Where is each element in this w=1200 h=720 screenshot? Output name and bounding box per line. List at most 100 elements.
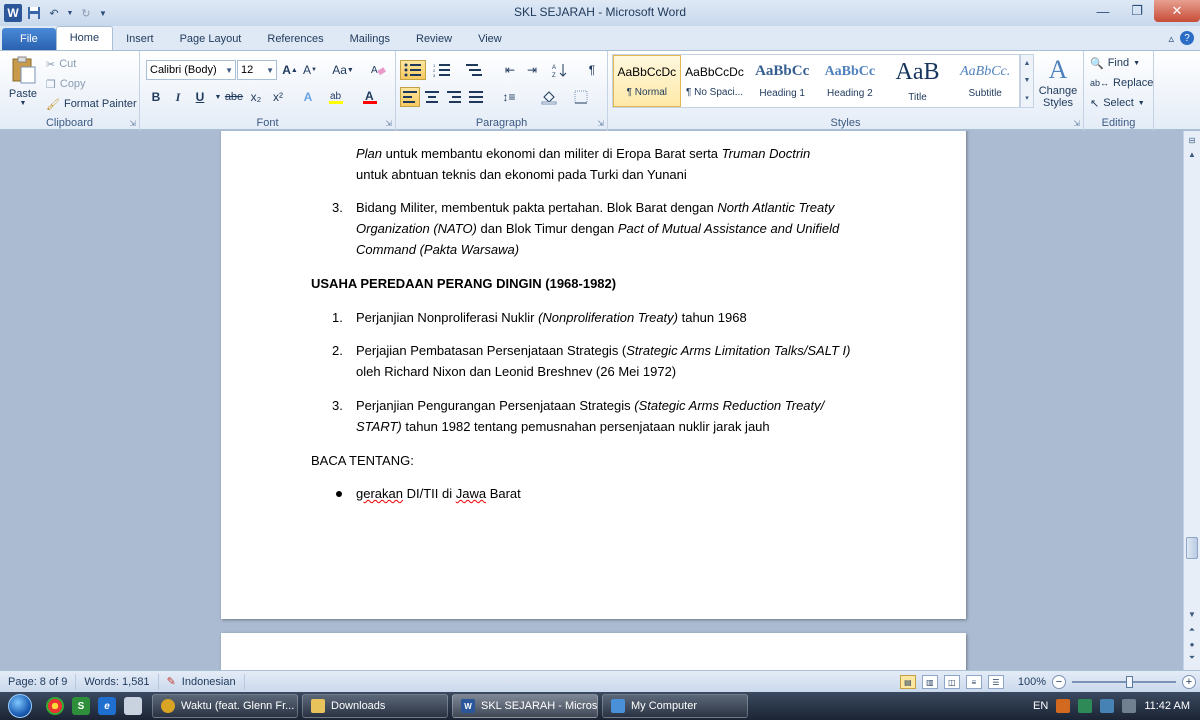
tab-home[interactable]: Home [55, 26, 114, 50]
media-app-icon[interactable] [124, 697, 142, 715]
word-logo-icon[interactable]: W [4, 4, 22, 22]
font-size-select[interactable]: 12 ▼ [237, 60, 277, 80]
decrease-indent-icon[interactable]: ⇤ [500, 60, 520, 80]
chevron-down-icon[interactable]: ▼ [1024, 77, 1031, 84]
multilevel-list-icon[interactable] [464, 60, 484, 80]
format-painter-button[interactable]: 🖌 Format Painter [46, 95, 137, 113]
style-heading-1[interactable]: AaBbCc Heading 1 [748, 55, 816, 107]
green-app-icon[interactable]: S [72, 697, 90, 715]
undo-icon[interactable]: ↶ [46, 5, 62, 21]
ruler-toggle-icon[interactable]: ⊟ [1184, 133, 1200, 147]
undo-dropdown-icon[interactable]: ▼ [66, 5, 74, 21]
minimize-ribbon-icon[interactable]: ▵ [1168, 32, 1174, 45]
select-browse-object-icon[interactable]: ● [1184, 637, 1200, 651]
style-title[interactable]: AaB Title [884, 55, 952, 107]
paragraph-launcher-icon[interactable]: ⇲ [597, 119, 604, 128]
italic-button[interactable]: I [168, 87, 188, 107]
help-icon[interactable]: ? [1180, 31, 1194, 45]
shading-icon[interactable] [536, 87, 562, 107]
select-button[interactable]: ↖ Select ▼ [1090, 94, 1145, 112]
highlight-icon[interactable]: ab [326, 87, 346, 107]
full-screen-reading-icon[interactable]: ▥ [921, 675, 938, 689]
outline-icon[interactable]: ≡ [965, 675, 982, 689]
proofing-status[interactable]: ✎ Indonesian [159, 673, 245, 690]
sort-icon[interactable]: AZ [550, 60, 570, 80]
style-subtitle[interactable]: AaBbCc. Subtitle [951, 55, 1019, 107]
font-family-select[interactable]: Calibri (Body) ▼ [146, 60, 236, 80]
line-spacing-icon[interactable]: ↕≡ [496, 87, 522, 107]
previous-page-icon[interactable]: ⏶ [1184, 623, 1200, 637]
vertical-scrollbar[interactable]: ⊟ ▲ ▼ ⏶ ● ⏷ [1183, 131, 1200, 670]
print-layout-icon[interactable]: ▤ [899, 675, 916, 689]
draft-icon[interactable]: ☰ [987, 675, 1004, 689]
language-indicator[interactable]: EN [1033, 700, 1048, 712]
customize-qat-icon[interactable]: ▼ [98, 5, 108, 21]
styles-scroll[interactable]: ▲ ▼ ▾ [1020, 54, 1034, 108]
tab-references[interactable]: References [254, 28, 336, 50]
chevron-up-icon[interactable]: ▲ [1024, 60, 1031, 67]
zoom-slider-thumb[interactable] [1126, 676, 1134, 688]
styles-launcher-icon[interactable]: ⇲ [1073, 119, 1080, 128]
increase-indent-icon[interactable]: ⇥ [522, 60, 542, 80]
align-right-button[interactable] [444, 87, 464, 107]
scroll-down-icon[interactable]: ▼ [1184, 607, 1200, 621]
subscript-button[interactable]: x₂ [246, 87, 266, 107]
tab-page-layout[interactable]: Page Layout [167, 28, 255, 50]
scroll-thumb[interactable] [1186, 537, 1198, 559]
zoom-out-button[interactable]: − [1052, 675, 1066, 689]
document-page[interactable]: Plan untuk membantu ekonomi dan militer … [221, 131, 966, 619]
shrink-font-icon[interactable]: A ▼ [300, 60, 320, 80]
document-area[interactable]: Plan untuk membantu ekonomi dan militer … [0, 131, 1183, 670]
scroll-up-icon[interactable]: ▲ [1184, 147, 1200, 161]
document-page-next[interactable] [221, 633, 966, 670]
more-styles-icon[interactable]: ▾ [1025, 94, 1029, 102]
taskbar-item-downloads[interactable]: Downloads [302, 694, 448, 718]
change-styles-button[interactable]: A Change Styles [1036, 55, 1080, 109]
paste-button[interactable]: Paste ▼ [6, 55, 40, 107]
internet-explorer-icon[interactable]: e [98, 697, 116, 715]
borders-icon[interactable] [568, 87, 594, 107]
restore-button[interactable]: ❐ [1120, 0, 1154, 22]
align-center-button[interactable] [422, 87, 442, 107]
justify-button[interactable] [466, 87, 486, 107]
style-heading-2[interactable]: AaBbCc Heading 2 [816, 55, 884, 107]
bullets-button[interactable] [400, 60, 426, 80]
underline-button[interactable]: U [190, 87, 210, 107]
align-left-button[interactable] [400, 87, 420, 107]
taskbar-item-my-computer[interactable]: My Computer [602, 694, 748, 718]
chrome-icon[interactable] [46, 697, 64, 715]
bold-button[interactable]: B [146, 87, 166, 107]
strikethrough-button[interactable]: abe [224, 87, 244, 107]
font-color-button[interactable]: A [360, 87, 380, 107]
clock[interactable]: 11:42 AM [1144, 700, 1190, 712]
tab-mailings[interactable]: Mailings [337, 28, 403, 50]
start-button[interactable] [0, 692, 40, 720]
text-effects-icon[interactable]: A [298, 87, 318, 107]
taskbar-item-chrome[interactable]: Waktu (feat. Glenn Fr... [152, 694, 298, 718]
taskbar-item-word[interactable]: W SKL SEJARAH - Micros... [452, 694, 598, 718]
word-count[interactable]: Words: 1,581 [76, 673, 159, 690]
style-normal[interactable]: AaBbCcDc ¶ Normal [613, 55, 681, 107]
volume-icon[interactable] [1122, 699, 1137, 713]
zoom-slider[interactable] [1072, 676, 1176, 688]
style-no-spacing[interactable]: AaBbCcDc ¶ No Spaci... [681, 55, 749, 107]
page-count[interactable]: Page: 8 of 9 [0, 673, 77, 690]
save-icon[interactable] [26, 5, 42, 21]
font-launcher-icon[interactable]: ⇲ [385, 119, 392, 128]
replace-button[interactable]: ab↔ Replace [1090, 74, 1153, 92]
tab-view[interactable]: View [465, 28, 515, 50]
numbering-icon[interactable]: 123 [432, 60, 452, 80]
clear-formatting-icon[interactable]: A [368, 60, 388, 80]
find-button[interactable]: 🔍 Find ▼ [1090, 54, 1140, 72]
grow-font-icon[interactable]: A ▲ [280, 60, 300, 80]
tray-app-icon[interactable] [1056, 699, 1071, 713]
redo-icon[interactable]: ↻ [78, 5, 94, 21]
tab-insert[interactable]: Insert [113, 28, 167, 50]
minimize-button[interactable]: — [1086, 0, 1120, 22]
paste-dropdown-icon[interactable]: ▼ [6, 100, 40, 107]
superscript-button[interactable]: x² [268, 87, 288, 107]
network-icon[interactable] [1100, 699, 1115, 713]
tab-review[interactable]: Review [403, 28, 465, 50]
tab-file[interactable]: File [2, 28, 56, 50]
web-layout-icon[interactable]: ◫ [943, 675, 960, 689]
